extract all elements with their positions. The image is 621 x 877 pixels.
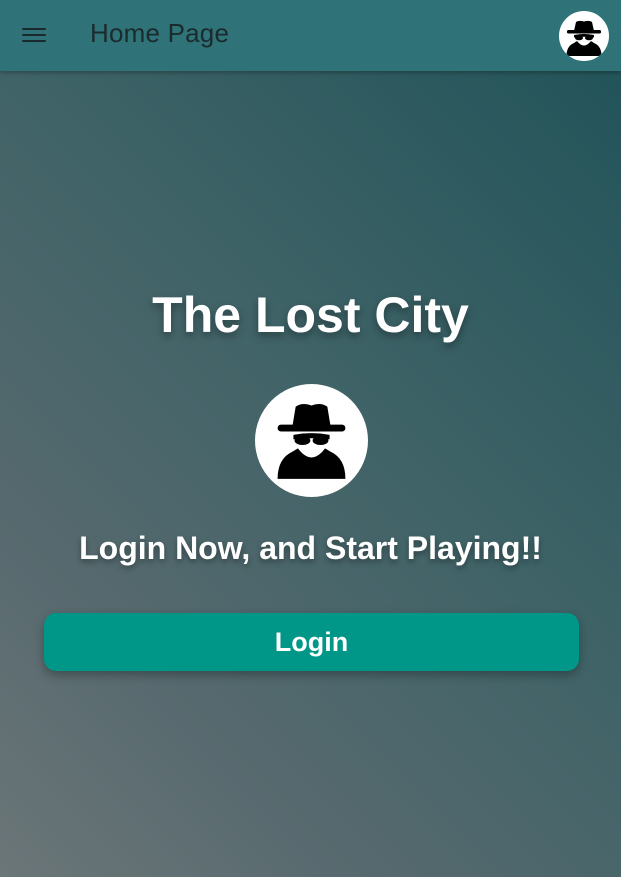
subtitle: Login Now, and Start Playing!! <box>79 530 542 566</box>
spy-avatar-icon <box>277 404 346 479</box>
avatar[interactable] <box>559 11 609 61</box>
hero-avatar <box>255 384 368 497</box>
headline: The Lost City <box>152 287 469 343</box>
page-title: Home Page <box>90 18 230 48</box>
login-button[interactable]: Login <box>44 613 579 671</box>
app-bar: Home Page <box>0 0 621 71</box>
menu-icon[interactable] <box>22 25 46 45</box>
spy-avatar-icon <box>566 20 602 56</box>
